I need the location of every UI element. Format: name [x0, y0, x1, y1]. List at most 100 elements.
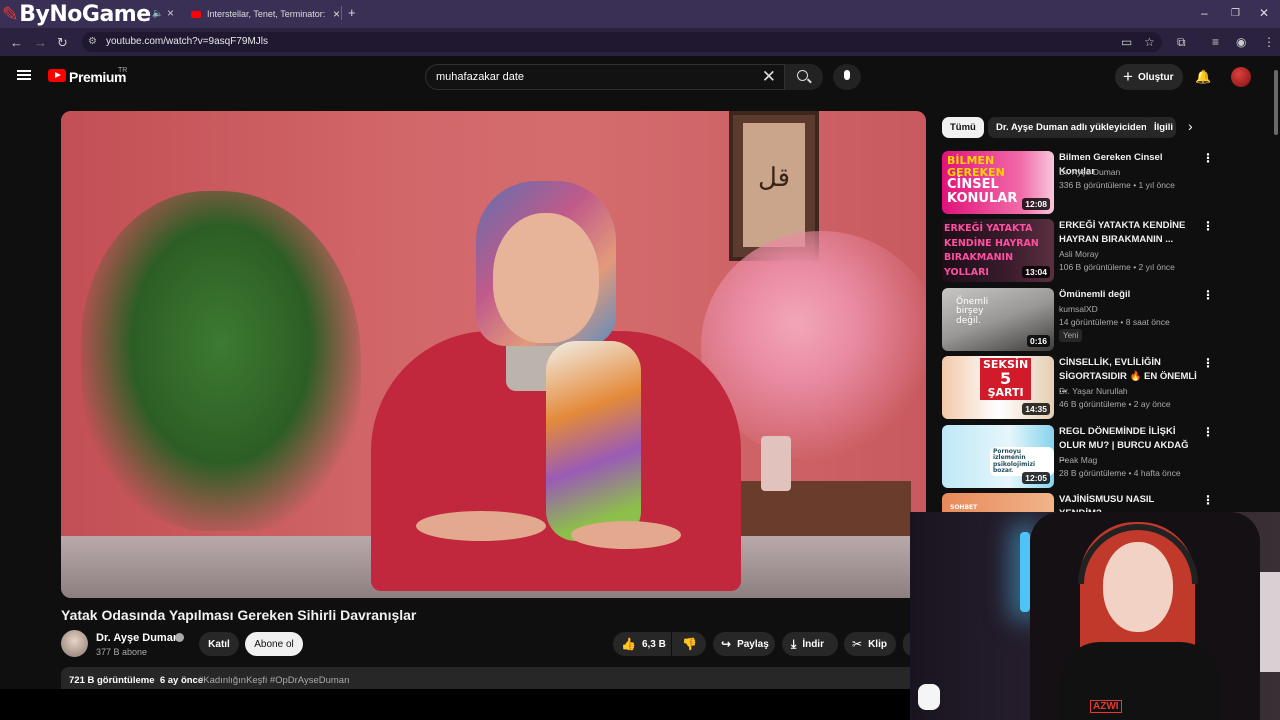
share-arrow-icon: ↪: [721, 637, 732, 651]
search-button[interactable]: [785, 64, 823, 90]
url-text: youtube.com/watch?v=9asqF79MJls: [106, 36, 269, 47]
thumb-line: Pornoyu izlemenin: [993, 448, 1026, 462]
recommendation-item[interactable]: SEKSİN 5 ŞARTI 14:35 CİNSELLİK, EVLİLİĞİ…: [942, 356, 1214, 420]
plant-illustration: [81, 191, 361, 531]
streamer-webcam-overlay: AZWI: [910, 512, 1280, 720]
menu-dots-icon[interactable]: ⋮: [1263, 35, 1275, 49]
clip-button[interactable]: ✂ Klip: [844, 632, 896, 656]
reload-icon[interactable]: ↻: [57, 35, 68, 51]
recommendation-channel[interactable]: kumsalXD: [1059, 304, 1098, 314]
more-options-icon[interactable]: ⋮: [1202, 356, 1214, 370]
close-window-icon[interactable]: ✕: [1259, 6, 1269, 20]
channel-avatar[interactable]: [61, 630, 88, 657]
site-info-icon[interactable]: ⚙: [88, 36, 97, 47]
thumbnail-text: BİLMEN GEREKEN CİNSEL KONULAR: [947, 155, 1017, 205]
share-button[interactable]: ↪ Paylaş: [713, 632, 775, 656]
dislike-button[interactable]: 👎: [672, 632, 706, 656]
upload-age: 6 ay önce: [159, 675, 204, 686]
recommendation-item[interactable]: SOHBET VAJİNİSMUSU NASIL YENDİM? ⋮: [942, 493, 1212, 512]
chevron-right-icon[interactable]: ›: [1188, 118, 1193, 134]
bookmark-star-icon[interactable]: ☆: [1144, 35, 1155, 49]
profile-icon[interactable]: ◉: [1236, 35, 1246, 49]
minimize-icon[interactable]: –: [1201, 6, 1208, 20]
recommendation-title[interactable]: ERKEĞİ YATAKTA KENDİNE HAYRAN BIRAKMANIN…: [1059, 219, 1199, 246]
recommendation-item[interactable]: Pornoyu izlemenin psikolojimizi bozar. 1…: [942, 425, 1214, 489]
voice-search-button[interactable]: [833, 64, 861, 90]
browser-tab-bar: ✎ ByNoGame 🔈 × Interstellar, Tenet, Termi…: [0, 0, 1280, 28]
chip-all[interactable]: Tümü: [942, 117, 984, 138]
account-avatar[interactable]: [1231, 67, 1251, 87]
tab-youtube[interactable]: Interstellar, Tenet, Terminator: I ×: [191, 4, 340, 24]
speaker-icon[interactable]: 🔈: [152, 8, 163, 19]
recommendation-item[interactable]: Önemli birşey değil. 0:16 Ömünemli değil…: [942, 288, 1214, 352]
video-title: Yatak Odasında Yapılması Gereken Sihirli…: [61, 607, 417, 623]
recommendation-item[interactable]: BİLMEN GEREKEN CİNSEL KONULAR 12:08 Bilm…: [942, 151, 1214, 215]
close-tab-icon[interactable]: ×: [167, 6, 174, 20]
more-options-icon[interactable]: ⋮: [1202, 219, 1214, 233]
streamer-body: AZWI: [1060, 642, 1220, 720]
tab-search-icon[interactable]: ≡: [1212, 35, 1219, 49]
back-icon[interactable]: ←: [10, 35, 23, 50]
chip-from-uploader[interactable]: Dr. Ayşe Duman adlı yükleyiciden: [988, 117, 1155, 138]
more-options-icon[interactable]: ⋮: [1202, 151, 1214, 165]
url-field[interactable]: ⚙ youtube.com/watch?v=9asqF79MJls: [82, 32, 1162, 52]
tab-title: Interstellar, Tenet, Terminator: I: [207, 9, 325, 19]
chip-related[interactable]: İlgili: [1146, 117, 1176, 138]
subscriber-count: 377 B abone: [96, 647, 148, 657]
create-button[interactable]: + Oluştur: [1115, 64, 1183, 90]
like-button[interactable]: 👍 6,3 B: [613, 632, 671, 656]
video-thumbnail[interactable]: SEKSİN 5 ŞARTI 14:35: [942, 356, 1054, 419]
recommendation-channel[interactable]: Dr. Yaşar Nurullah: [1059, 386, 1128, 396]
thumb-line: ŞARTI: [987, 386, 1024, 400]
video-thumbnail[interactable]: BİLMEN GEREKEN CİNSEL KONULAR 12:08: [942, 151, 1054, 214]
duration-badge: 14:35: [1022, 403, 1050, 415]
download-button[interactable]: ⤓ İndir: [782, 632, 838, 656]
tab-divider: [341, 6, 342, 20]
new-tab-button[interactable]: +: [348, 5, 356, 20]
recommendation-title[interactable]: VAJİNİSMUSU NASIL YENDİM?: [1059, 493, 1199, 512]
recommendation-channel[interactable]: Dr. Ayşe Duman: [1059, 167, 1120, 177]
close-tab-icon[interactable]: ×: [333, 7, 340, 21]
youtube-logo-icon[interactable]: [48, 69, 66, 82]
search-query: muhafazakar date: [436, 71, 525, 83]
maximize-icon[interactable]: ❐: [1231, 8, 1240, 19]
search-icon: [797, 70, 808, 81]
recommendation-channel[interactable]: Asli Moray: [1059, 249, 1099, 259]
hamburger-menu-icon[interactable]: [17, 70, 31, 80]
hashtags[interactable]: #KadınlığınKeşfi #OpDrAyseDuman: [198, 675, 349, 686]
channel-name[interactable]: Dr. Ayşe Duman: [96, 632, 180, 644]
cast-icon[interactable]: ▭: [1121, 35, 1132, 49]
video-thumbnail[interactable]: Önemli birşey değil. 0:16: [942, 288, 1054, 351]
more-options-icon[interactable]: ⋮: [1202, 425, 1214, 439]
microphone-icon: [844, 70, 850, 80]
flame-icon: ✎: [2, 2, 19, 26]
notifications-bell-icon[interactable]: 🔔: [1195, 69, 1211, 85]
duration-badge: 12:08: [1022, 198, 1050, 210]
frame-calligraphy: قل: [757, 163, 791, 193]
recommendation-title[interactable]: Ömünemli değil: [1059, 288, 1199, 302]
join-button[interactable]: Katıl: [199, 632, 239, 656]
video-thumbnail[interactable]: Pornoyu izlemenin psikolojimizi bozar. 1…: [942, 425, 1054, 488]
recommendation-meta: 336 B görüntüleme • 1 yıl önce: [1059, 180, 1175, 190]
presenter-face: [493, 213, 599, 343]
scissors-icon: ✂: [852, 637, 863, 651]
recommendation-channel[interactable]: Peak Mag: [1059, 455, 1097, 465]
duration-badge: 12:05: [1022, 472, 1050, 484]
thumbs-up-icon: 👍: [621, 637, 636, 651]
extensions-icon[interactable]: ⧉: [1177, 35, 1186, 50]
search-input[interactable]: muhafazakar date ✕: [425, 64, 785, 90]
video-thumbnail[interactable]: ERKEĞİ YATAKTA KENDİNE HAYRAN BIRAKMANIN…: [942, 219, 1054, 282]
more-options-icon[interactable]: ⋮: [1202, 493, 1212, 507]
clear-search-icon[interactable]: ✕: [762, 67, 776, 87]
scrollbar-thumb[interactable]: [1274, 70, 1278, 135]
recommendation-item[interactable]: ERKEĞİ YATAKTA KENDİNE HAYRAN BIRAKMANIN…: [942, 219, 1214, 283]
description-box[interactable]: 721 B görüntüleme 6 ay önce #KadınlığınK…: [61, 667, 926, 689]
forward-icon[interactable]: →: [34, 35, 47, 50]
subscribe-button[interactable]: Abone ol: [245, 632, 303, 656]
browser-address-bar: ← → ↻ ⚙ youtube.com/watch?v=9asqF79MJls …: [0, 28, 1280, 56]
video-thumbnail[interactable]: SOHBET: [942, 493, 1054, 512]
mascot-icon: [918, 684, 940, 710]
more-options-icon[interactable]: ⋮: [1202, 288, 1214, 302]
video-player[interactable]: قل: [61, 111, 926, 598]
country-code: TR: [118, 67, 128, 74]
